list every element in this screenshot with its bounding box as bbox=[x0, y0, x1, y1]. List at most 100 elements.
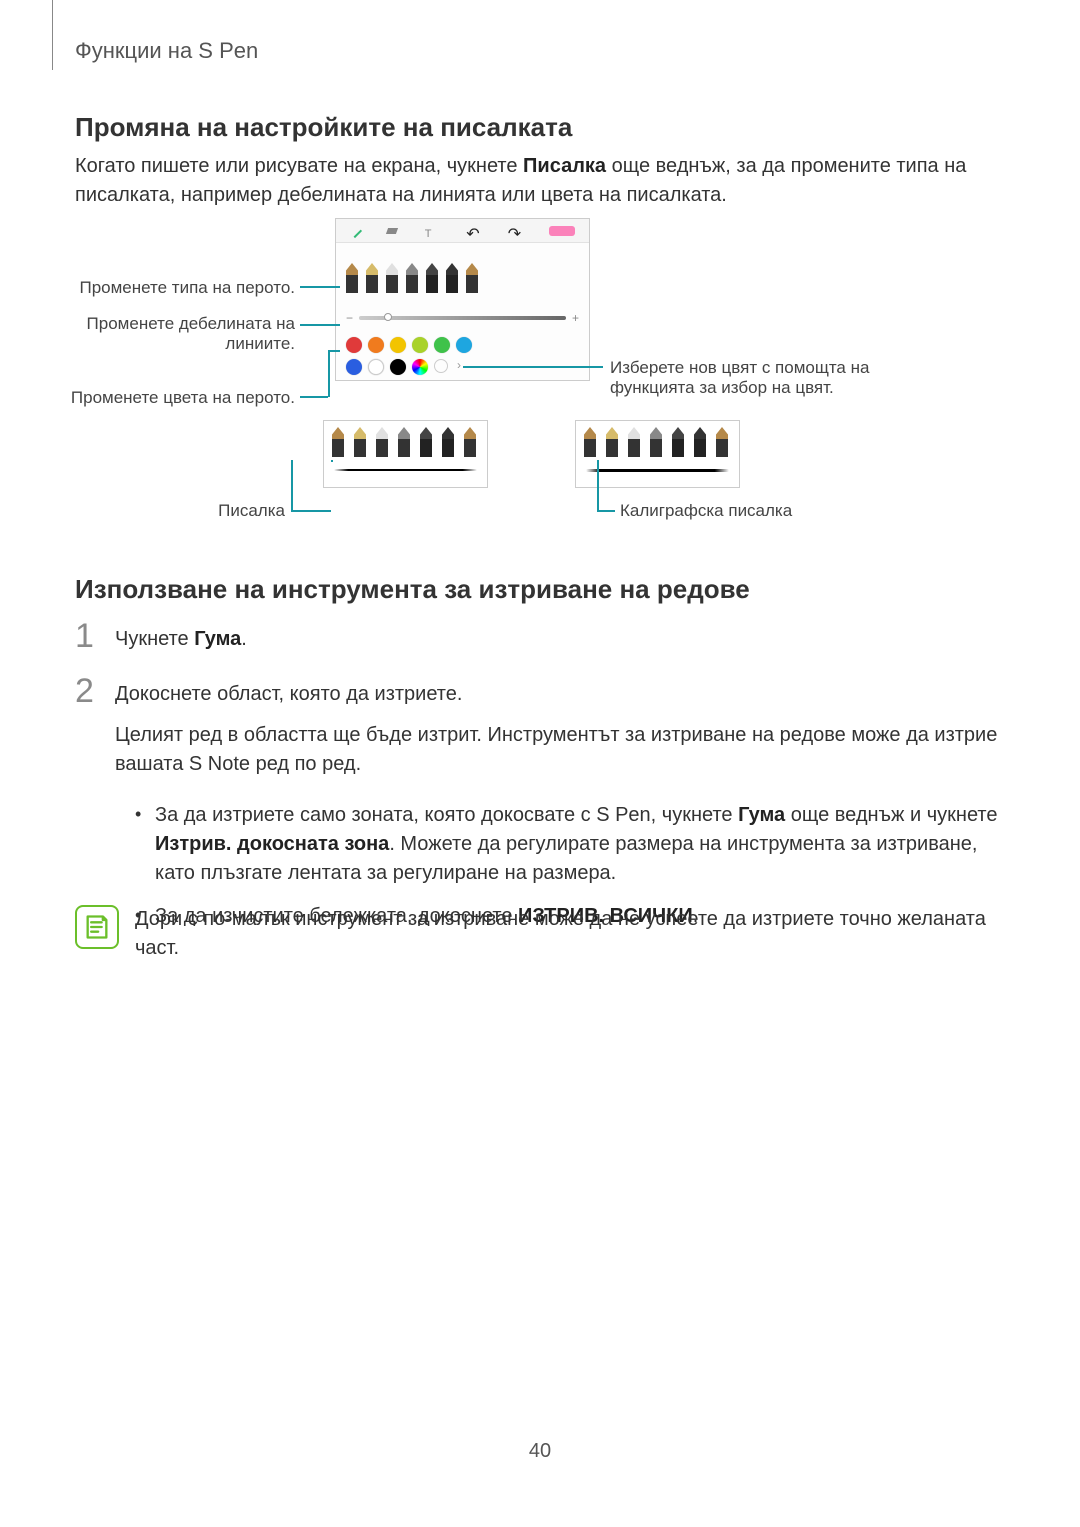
callout-line bbox=[597, 460, 599, 510]
pen-tip-icon bbox=[354, 427, 366, 457]
callout-line bbox=[300, 396, 328, 398]
callout-thickness-1: Променете дебелината на bbox=[25, 314, 295, 334]
color-row-2 bbox=[346, 359, 448, 375]
more-icon bbox=[549, 226, 575, 236]
step1-post: . bbox=[241, 628, 247, 650]
b1-bold2: Изтрив. докосната зона bbox=[155, 833, 389, 855]
pen-icon bbox=[348, 223, 362, 237]
pen-tip-icon bbox=[442, 427, 454, 457]
pen-tip-icon bbox=[386, 263, 398, 293]
section-header: Функции на S Pen bbox=[75, 38, 258, 64]
callout-line bbox=[291, 460, 293, 510]
undo-icon: ↶ bbox=[466, 224, 480, 238]
callout-pen-label: Писалка bbox=[165, 501, 285, 521]
step2-line1: Докоснете област, която да изтриете. bbox=[115, 680, 1005, 709]
b1-mid: още веднъж и чукнете bbox=[785, 804, 997, 826]
callout-picker-2: функцията за избор на цвят. bbox=[610, 378, 930, 398]
callout-line bbox=[328, 350, 330, 397]
page-number: 40 bbox=[0, 1440, 1080, 1463]
pen-tip-icon bbox=[584, 427, 596, 457]
thickness-handle bbox=[384, 313, 392, 321]
pen-tip-icon bbox=[672, 427, 684, 457]
redo-icon: ↷ bbox=[508, 224, 522, 238]
thickness-bar bbox=[359, 316, 566, 320]
heading-eraser: Използване на инструмента за изтриване н… bbox=[75, 574, 750, 605]
stroke-preview bbox=[334, 469, 477, 471]
color-swatch bbox=[390, 359, 406, 375]
stroke-preview bbox=[586, 469, 729, 472]
callout-color: Променете цвета на перото. bbox=[25, 388, 295, 408]
thickness-slider: − + bbox=[346, 311, 579, 325]
color-picker-icon bbox=[434, 359, 448, 373]
pen-tip-icon bbox=[420, 427, 432, 457]
pen-row bbox=[332, 427, 476, 457]
pen-toolbar: ↶ ↷ bbox=[336, 219, 589, 243]
callout-line bbox=[463, 366, 603, 368]
color-swatch bbox=[368, 337, 384, 353]
pen-row bbox=[584, 427, 728, 457]
pen-tip-icon bbox=[464, 427, 476, 457]
b1-bold1: Гума bbox=[738, 804, 785, 826]
pen-tip-icon bbox=[446, 263, 458, 293]
intro-paragraph: Когато пишете или рисувате на екрана, чу… bbox=[75, 152, 1005, 210]
color-swatch bbox=[456, 337, 472, 353]
pen-tip-icon bbox=[466, 263, 478, 293]
callout-line bbox=[328, 350, 340, 352]
callout-line bbox=[597, 510, 615, 512]
pen-tip-icon bbox=[346, 263, 358, 293]
text-icon bbox=[425, 224, 439, 238]
pen-type-row bbox=[346, 263, 478, 293]
minus-icon: − bbox=[346, 311, 353, 325]
callout-line bbox=[300, 324, 340, 326]
step2-line2: Целият ред в областта ще бъде изтрит. Ин… bbox=[115, 721, 1005, 779]
color-swatch bbox=[368, 359, 384, 375]
pen-tip-icon bbox=[332, 427, 344, 457]
pen-tip-icon bbox=[650, 427, 662, 457]
step-number: 1 bbox=[75, 617, 94, 656]
color-swatch bbox=[412, 359, 428, 375]
pen-settings-panel: ↶ ↷ − + bbox=[335, 218, 590, 381]
note-row: Дори с по-малък инструмент за изтриване … bbox=[75, 905, 1005, 963]
memo-icon bbox=[83, 913, 111, 941]
pen-tip-icon bbox=[398, 427, 410, 457]
step1-bold: Гума bbox=[194, 628, 241, 650]
callout-pen-type: Променете типа на перото. bbox=[25, 278, 295, 298]
callout-picker-1: Изберете нов цвят с помощта на bbox=[610, 358, 930, 378]
color-swatch bbox=[346, 359, 362, 375]
callout-line bbox=[300, 286, 340, 288]
pen-tip-icon bbox=[628, 427, 640, 457]
eraser-icon bbox=[386, 228, 398, 234]
calligraphy-preview-panel bbox=[575, 420, 740, 488]
color-swatch bbox=[434, 337, 450, 353]
pen-tip-icon bbox=[376, 427, 388, 457]
step-1: 1 Чукнете Гума. bbox=[75, 625, 1005, 654]
b1-pre: За да изтриете само зоната, която докосв… bbox=[155, 804, 738, 826]
pen-tip-icon bbox=[406, 263, 418, 293]
step-body: Чукнете Гума. bbox=[115, 625, 1005, 654]
step1-pre: Чукнете bbox=[115, 628, 194, 650]
pen-tip-icon bbox=[606, 427, 618, 457]
pen-tip-icon bbox=[694, 427, 706, 457]
step-body: Докоснете област, която да изтриете. Цел… bbox=[115, 680, 1005, 931]
heading-pen-settings: Промяна на настройките на писалката bbox=[75, 112, 572, 143]
bullet-item: За да изтриете само зоната, която докосв… bbox=[131, 801, 1005, 888]
pen-preview-panel bbox=[323, 420, 488, 488]
note-text: Дори с по-малък инструмент за изтриване … bbox=[135, 905, 1005, 963]
intro-pre: Когато пишете или рисувате на екрана, чу… bbox=[75, 155, 523, 177]
intro-bold: Писалка bbox=[523, 155, 606, 177]
pen-tip-icon bbox=[716, 427, 728, 457]
color-swatch bbox=[412, 337, 428, 353]
callout-thickness-2: линиите. bbox=[25, 334, 295, 354]
color-swatch bbox=[346, 337, 362, 353]
note-icon bbox=[75, 905, 119, 949]
color-swatch bbox=[390, 337, 406, 353]
callout-calligraphy-label: Калиграфска писалка bbox=[620, 501, 840, 521]
callout-line bbox=[331, 460, 333, 462]
diagram-area: ↶ ↷ − + bbox=[75, 218, 1005, 538]
left-margin-marker bbox=[52, 0, 53, 70]
step-number: 2 bbox=[75, 672, 94, 711]
pen-tip-icon bbox=[366, 263, 378, 293]
color-row-1 bbox=[346, 337, 472, 353]
plus-icon: + bbox=[572, 311, 579, 325]
pen-tip-icon bbox=[426, 263, 438, 293]
